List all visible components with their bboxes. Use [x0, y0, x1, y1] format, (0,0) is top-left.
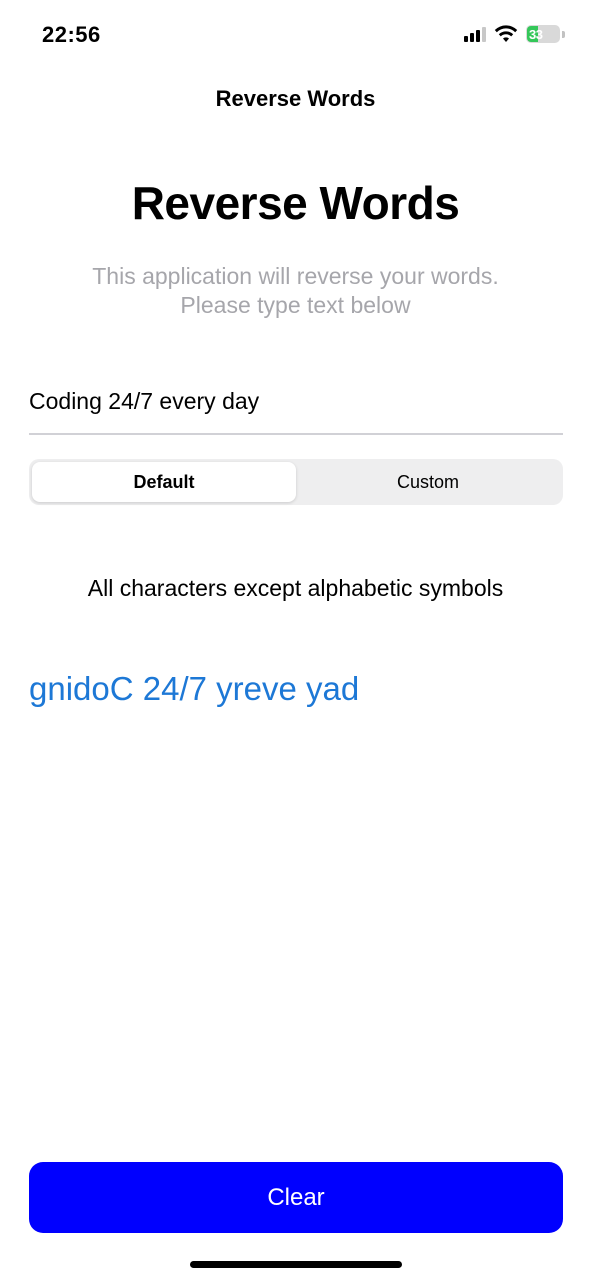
nav-title: Reverse Words	[215, 86, 376, 111]
status-icons: 33	[464, 25, 565, 43]
result-text: gnidoC 24/7 yreve yad	[29, 670, 360, 707]
status-time: 22:56	[42, 22, 101, 47]
status-bar: 22:56 33	[0, 0, 591, 70]
text-input[interactable]	[29, 380, 563, 435]
segment-default[interactable]: Default	[32, 462, 296, 502]
subtitle-line-2: Please type text below	[180, 292, 411, 318]
subtitle: This application will reverse your words…	[40, 262, 551, 320]
page-title: Reverse Words	[131, 177, 460, 229]
battery-level: 33	[529, 26, 543, 42]
battery-cap	[562, 30, 565, 38]
segment-custom[interactable]: Custom	[296, 462, 560, 502]
clear-button[interactable]: Clear	[29, 1162, 563, 1233]
mode-description: All characters except alphabetic symbols	[87, 575, 504, 601]
battery-icon: 33	[526, 25, 560, 43]
home-indicator	[190, 1261, 402, 1268]
signal-icon	[464, 26, 486, 42]
mode-segmented-control: Default Custom	[29, 459, 563, 505]
wifi-icon	[494, 25, 518, 42]
subtitle-line-1: This application will reverse your words…	[92, 263, 499, 289]
